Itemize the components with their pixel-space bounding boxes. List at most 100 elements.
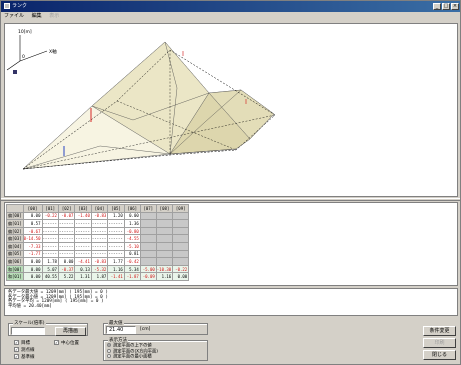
- table-cell[interactable]: ------: [107, 249, 125, 259]
- table-cell[interactable]: ------: [107, 219, 125, 228]
- table-cell[interactable]: [139, 219, 157, 228]
- table-cell[interactable]: ------: [90, 226, 109, 236]
- table-cell[interactable]: 1.31: [74, 272, 92, 281]
- table-cell[interactable]: ------: [57, 249, 76, 259]
- table-cell[interactable]: 1.16: [107, 264, 125, 274]
- table-cell[interactable]: ------: [90, 249, 109, 259]
- checkbox-center[interactable]: ✓ 中心位置: [54, 340, 79, 347]
- table-cell[interactable]: [172, 211, 190, 221]
- table-cell[interactable]: ------: [74, 234, 92, 243]
- table-cell[interactable]: -0.22: [172, 264, 190, 274]
- row-header[interactable]: 偏[06]: [6, 257, 24, 266]
- table-cell[interactable]: -1.41: [107, 272, 125, 281]
- table-cell[interactable]: 0-14.50: [22, 234, 43, 243]
- table-cell[interactable]: -4.55: [123, 234, 141, 243]
- table-cell[interactable]: -0.83: [90, 257, 109, 266]
- maximize-button[interactable]: □: [442, 3, 450, 10]
- table-cell[interactable]: [172, 241, 190, 251]
- close-window-button[interactable]: ×: [451, 3, 459, 10]
- table-cell[interactable]: -1.77: [22, 249, 43, 259]
- table-cell[interactable]: ------: [41, 249, 59, 259]
- table-cell[interactable]: 0.57: [22, 219, 43, 228]
- table-cell[interactable]: 0.13: [74, 264, 92, 274]
- table-cell[interactable]: 0.00: [22, 272, 43, 281]
- table-cell[interactable]: ------: [74, 219, 92, 228]
- column-header[interactable]: [08]: [155, 204, 174, 213]
- row-header[interactable]: 偏[03]: [6, 234, 24, 243]
- table-cell[interactable]: 0.00: [22, 211, 43, 221]
- row-header[interactable]: 偏[05]: [6, 249, 24, 259]
- row-header[interactable]: 和[00]: [6, 264, 24, 274]
- table-cell[interactable]: ------: [57, 234, 76, 243]
- table-cell[interactable]: -5.32: [90, 264, 109, 274]
- table-cell[interactable]: [139, 249, 157, 259]
- table-cell[interactable]: 1.16: [155, 272, 174, 281]
- table-cell[interactable]: 0.00: [22, 257, 43, 266]
- table-cell[interactable]: 0.00: [22, 264, 43, 274]
- table-cell[interactable]: ------: [90, 241, 109, 251]
- table-cell[interactable]: 1.36: [123, 219, 141, 228]
- menu-edit[interactable]: 編集: [32, 13, 42, 19]
- table-cell[interactable]: [155, 257, 174, 266]
- scale-input[interactable]: [11, 327, 45, 335]
- table-cell[interactable]: 0.00: [172, 272, 190, 281]
- table-cell[interactable]: -4.41: [74, 257, 92, 266]
- table-cell[interactable]: ------: [107, 241, 125, 251]
- table-cell[interactable]: [155, 234, 174, 243]
- checkbox-reference-line[interactable]: ✓ 基準線: [14, 354, 35, 361]
- column-header[interactable]: [01]: [41, 204, 59, 213]
- max-value-input[interactable]: 21.40: [106, 326, 136, 334]
- redraw-button[interactable]: 再描画: [55, 327, 86, 336]
- table-cell[interactable]: [155, 241, 174, 251]
- table-cell[interactable]: [155, 211, 174, 221]
- column-header[interactable]: [6, 204, 24, 213]
- table-cell[interactable]: 40.55: [41, 272, 59, 281]
- table-cell[interactable]: -5.00: [139, 264, 157, 274]
- table-cell[interactable]: 0.00: [123, 211, 141, 221]
- table-cell[interactable]: [139, 241, 157, 251]
- table-cell[interactable]: -1.40: [74, 211, 92, 221]
- table-cell[interactable]: [155, 226, 174, 236]
- table-cell[interactable]: ------: [41, 226, 59, 236]
- table-cell[interactable]: 1.78: [41, 257, 59, 266]
- row-header[interactable]: 偏[00]: [6, 211, 24, 221]
- column-header[interactable]: [06]: [123, 204, 141, 213]
- change-conditions-button[interactable]: 条件変更: [423, 326, 456, 336]
- table-cell[interactable]: -1.87: [123, 272, 141, 281]
- table-cell[interactable]: [172, 226, 190, 236]
- row-header[interactable]: 偏[04]: [6, 241, 24, 251]
- checkbox-target[interactable]: ✓ 目標: [14, 340, 30, 347]
- table-cell[interactable]: -0.67: [22, 226, 43, 236]
- table-cell[interactable]: -0.42: [123, 257, 141, 266]
- table-cell[interactable]: [172, 234, 190, 243]
- table-cell[interactable]: [139, 234, 157, 243]
- table-cell[interactable]: ------: [90, 234, 109, 243]
- table-cell[interactable]: -5.10: [123, 241, 141, 251]
- table-cell[interactable]: 0.81: [123, 249, 141, 259]
- table-cell[interactable]: -7.33: [22, 241, 43, 251]
- table-cell[interactable]: -0.09: [139, 272, 157, 281]
- close-button[interactable]: 閉じる: [423, 350, 456, 360]
- table-cell[interactable]: -0.83: [90, 211, 109, 221]
- table-cell[interactable]: ------: [41, 219, 59, 228]
- table-cell[interactable]: [155, 249, 174, 259]
- table-cell[interactable]: 0.00: [57, 257, 76, 266]
- table-cell[interactable]: 5.34: [123, 264, 141, 274]
- table-cell[interactable]: ------: [57, 226, 76, 236]
- table-cell[interactable]: -10.30: [155, 264, 174, 274]
- table-cell[interactable]: ------: [107, 226, 125, 236]
- checkbox-measure-line[interactable]: ✓ 測点線: [14, 347, 35, 354]
- table-cell[interactable]: [155, 219, 174, 228]
- 3d-surface-view[interactable]: 10[m] X軸 0: [4, 23, 458, 197]
- table-cell[interactable]: 1.87: [90, 272, 109, 281]
- column-header[interactable]: [09]: [172, 204, 190, 213]
- column-header[interactable]: [02]: [57, 204, 76, 213]
- table-cell[interactable]: -0.07: [57, 211, 76, 221]
- column-header[interactable]: [03]: [74, 204, 92, 213]
- table-cell[interactable]: ------: [107, 234, 125, 243]
- row-header[interactable]: 偏[01]: [6, 219, 24, 228]
- table-cell[interactable]: -0.37: [57, 264, 76, 274]
- table-cell[interactable]: ------: [74, 226, 92, 236]
- table-cell[interactable]: ------: [41, 241, 59, 251]
- splitter[interactable]: [1, 198, 460, 201]
